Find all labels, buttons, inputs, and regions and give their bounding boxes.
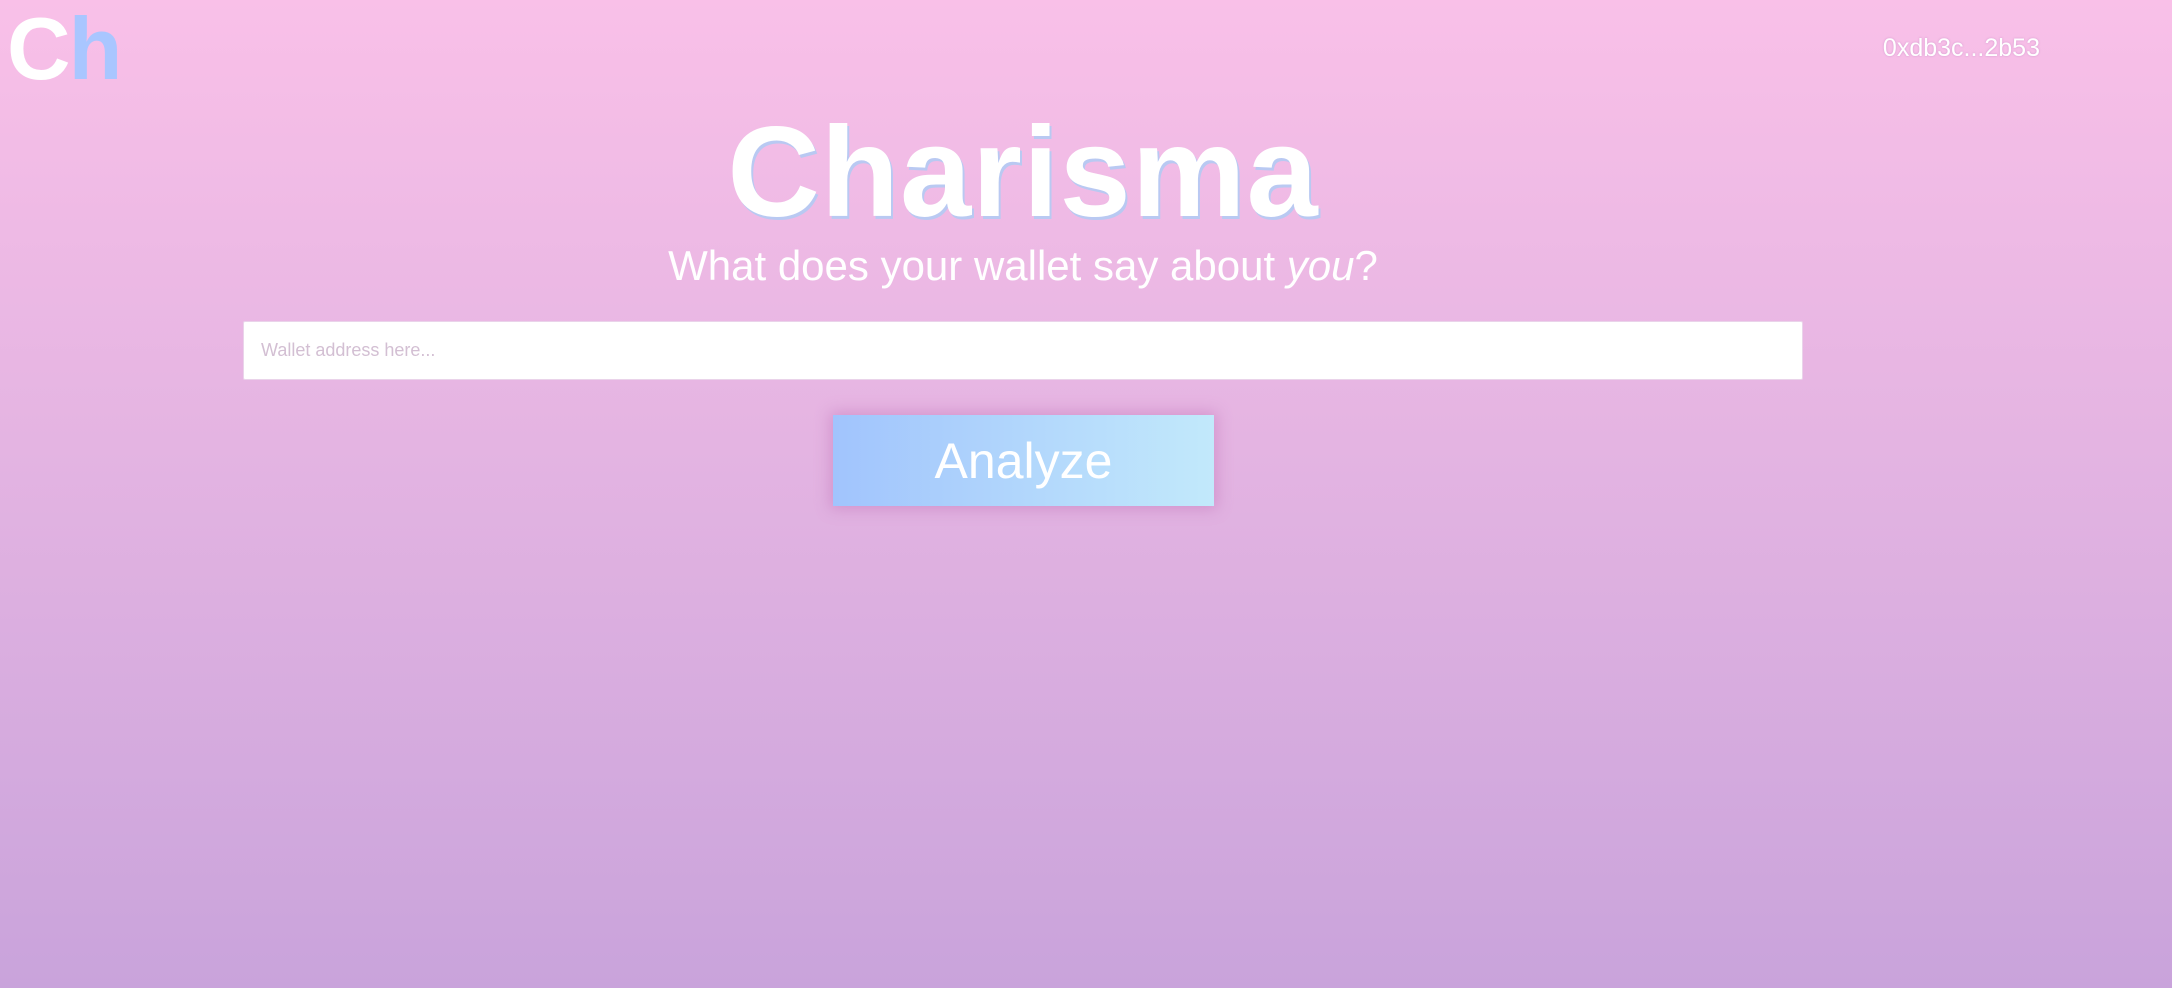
logo-letter-h: h [68,0,123,98]
connected-wallet-address[interactable]: 0xdb3c...2b53 [1883,34,2040,63]
subtitle-emphasis: you [1286,242,1355,289]
subtitle-text: What does your wallet say about [668,242,1287,289]
subtitle-suffix: ? [1354,242,1378,289]
page-title: Charisma [727,101,1319,244]
page-subtitle: What does your wallet say about you? [0,241,2046,291]
app-logo[interactable]: Ch [7,0,123,98]
logo-letter-c: C [7,0,71,98]
wallet-address-input[interactable] [243,321,1803,380]
analyze-button[interactable]: Analyze [833,415,1214,506]
